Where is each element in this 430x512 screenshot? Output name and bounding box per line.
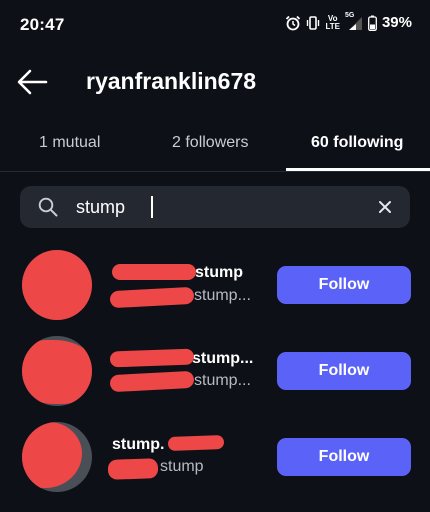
- tab-following[interactable]: 60 following: [311, 134, 403, 152]
- status-bar: 20:47 Vo LTE 5G 39%: [0, 0, 430, 48]
- account-subtitle: stump...: [194, 372, 251, 389]
- account-name: stump.: [112, 436, 165, 453]
- arrow-left-icon: [16, 69, 50, 102]
- list-item[interactable]: stump... stump... Follow: [0, 328, 430, 414]
- status-time: 20:47: [20, 15, 65, 34]
- status-icons: Vo LTE 5G 39%: [285, 11, 412, 31]
- battery-percent: 39%: [381, 14, 412, 31]
- redaction-mark: [109, 370, 195, 393]
- account-name: stump...: [192, 350, 254, 367]
- redaction-mark: [109, 286, 195, 309]
- list-item[interactable]: stump. stump Follow: [0, 414, 430, 500]
- avatar[interactable]: [22, 336, 92, 406]
- close-icon[interactable]: [378, 200, 392, 219]
- back-button[interactable]: [16, 66, 50, 98]
- profile-header: ryanfranklin678: [0, 58, 430, 106]
- follow-button[interactable]: Follow: [277, 266, 411, 304]
- account-name: stump: [195, 264, 243, 281]
- redaction-mark: [22, 250, 92, 320]
- avatar[interactable]: [22, 250, 92, 320]
- tab-bar: 1 mutual 2 followers 60 following: [0, 128, 430, 172]
- account-subtitle: stump...: [194, 287, 251, 304]
- tab-mutual[interactable]: 1 mutual: [39, 134, 100, 152]
- volte-icon: Vo LTE: [325, 14, 340, 31]
- redaction-mark: [167, 435, 225, 451]
- page-title: ryanfranklin678: [86, 68, 257, 94]
- alarm-icon: [285, 15, 301, 31]
- redaction-mark: [107, 458, 159, 480]
- battery-icon: [368, 15, 377, 31]
- search-bar[interactable]: [20, 186, 410, 228]
- follow-button[interactable]: Follow: [277, 352, 411, 390]
- redaction-mark: [109, 348, 195, 368]
- vibrate-icon: [306, 15, 320, 31]
- network-type-label: 5G: [344, 11, 355, 19]
- redaction-mark: [112, 264, 196, 280]
- signal-icon: 5G: [344, 11, 363, 31]
- search-input[interactable]: [76, 192, 366, 222]
- search-icon: [38, 197, 58, 222]
- redaction-mark: [22, 340, 92, 404]
- text-cursor: [151, 196, 153, 218]
- redaction-mark: [22, 422, 82, 488]
- active-tab-indicator: [286, 168, 430, 171]
- tab-followers[interactable]: 2 followers: [172, 134, 248, 152]
- list-item[interactable]: stump stump... Follow: [0, 242, 430, 328]
- volte-bottom-label: LTE: [325, 21, 340, 31]
- avatar[interactable]: [22, 422, 92, 492]
- follow-button[interactable]: Follow: [277, 438, 411, 476]
- account-subtitle: stump: [160, 458, 204, 475]
